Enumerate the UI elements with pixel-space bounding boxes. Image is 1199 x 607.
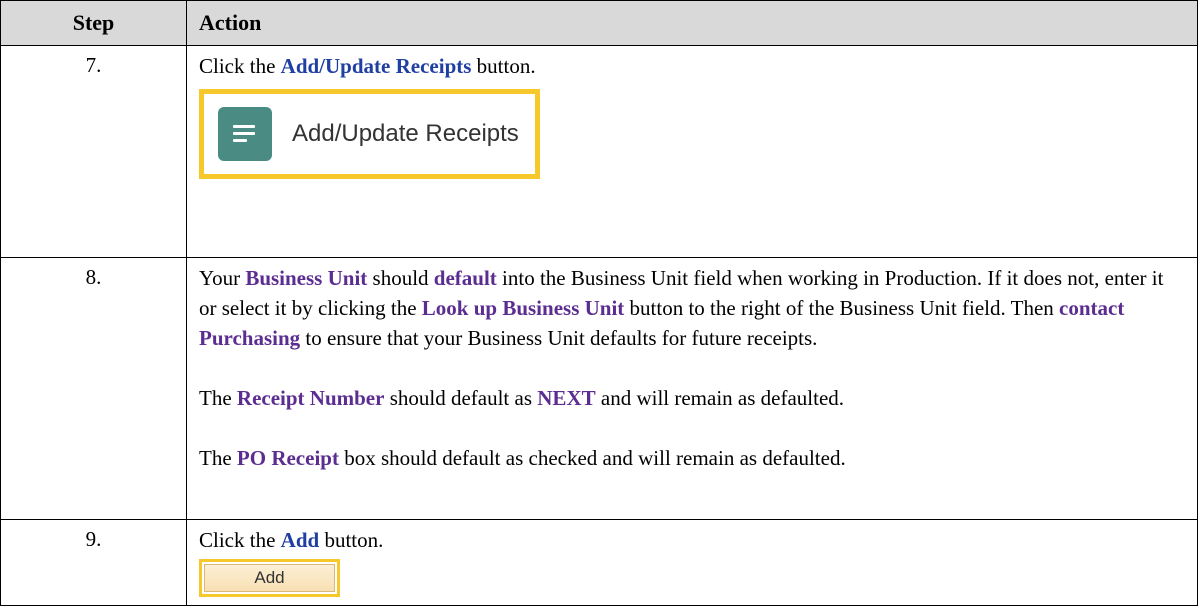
button-reference: Add [280,528,320,552]
step-row-7: 7. Click the Add/Update Receipts button.… [0,45,1198,258]
step-action: Your Business Unit should default into t… [186,257,1198,520]
button-reference: Add/Update Receipts [280,54,472,78]
step-number: 8. [0,257,187,520]
list-lines-icon [218,107,272,161]
step-paragraph-2: The Receipt Number should default as NEX… [199,386,845,410]
action-column-header: Action [186,0,1198,46]
step-action: Click the Add/Update Receipts button. Ad… [186,45,1198,258]
steps-table: Step Action 7. Click the Add/Update Rece… [0,0,1198,606]
step-action: Click the Add button. Add [186,519,1198,606]
tile-label: Add/Update Receipts [292,120,519,147]
step-number: 9. [0,519,187,606]
step-number: 7. [0,45,187,258]
step-instruction: Click the Add/Update Receipts button. [199,54,536,78]
add-button-screenshot: Add [199,559,340,597]
step-instruction: Click the Add button. [199,528,384,552]
step-column-header: Step [0,0,187,46]
step-paragraph-1: Your Business Unit should default into t… [199,266,1164,350]
step-row-9: 9. Click the Add button. Add [0,519,1198,606]
header-row: Step Action [0,0,1198,46]
step-paragraph-3: The PO Receipt box should default as che… [199,446,846,470]
add-button[interactable]: Add [204,564,335,592]
step-row-8: 8. Your Business Unit should default int… [0,257,1198,520]
add-update-receipts-tile-screenshot: Add/Update Receipts [199,89,540,179]
